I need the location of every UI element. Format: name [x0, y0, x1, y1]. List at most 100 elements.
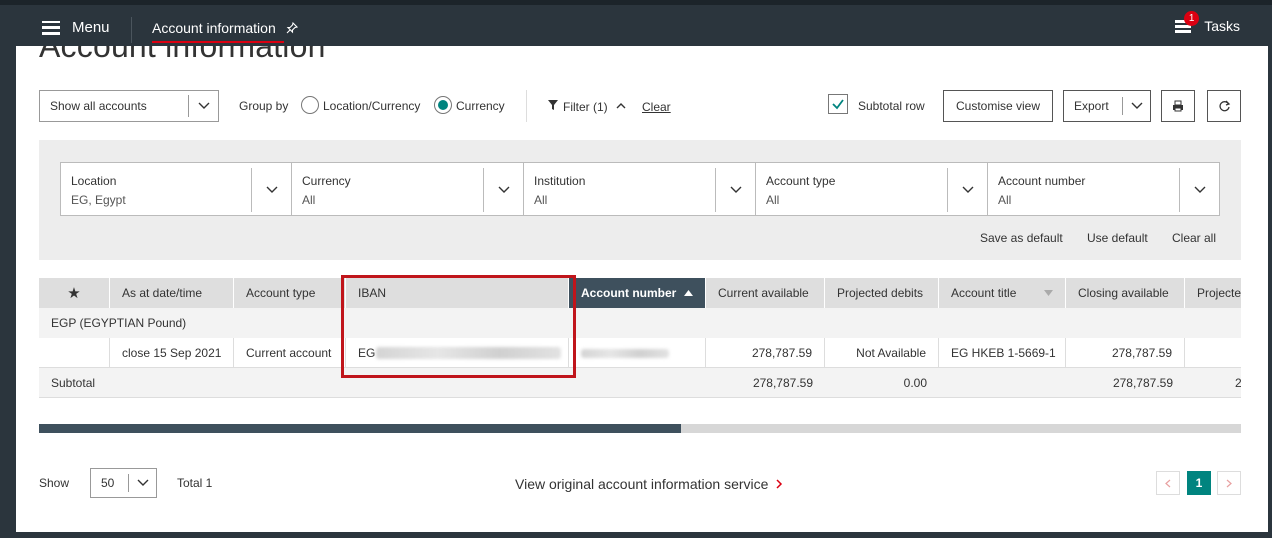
filter-currency-value: All [302, 193, 316, 207]
previous-page-button[interactable] [1156, 471, 1180, 495]
iban-highlight-annotation [341, 275, 576, 378]
filter-institution-value: All [534, 193, 548, 207]
hamburger-icon [42, 20, 60, 35]
column-current-available[interactable]: Current available [706, 278, 825, 308]
show-label: Show [39, 476, 70, 490]
export-button[interactable]: Export [1063, 90, 1151, 122]
control-row: Show all accounts Group by Location/Curr… [39, 90, 1241, 122]
tasks-label: Tasks [1204, 18, 1240, 34]
table-row[interactable]: close 15 Sep 2021 Current account EG 278… [39, 338, 1241, 368]
scrollbar-thumb[interactable] [39, 424, 681, 433]
menu-button[interactable]: Menu [42, 19, 110, 36]
column-as-at[interactable]: As at date/time [110, 278, 234, 308]
tasks-icon: 1 [1174, 11, 1200, 35]
page-number-button[interactable]: 1 [1187, 471, 1211, 495]
filter-account-type[interactable]: Account type All [755, 162, 988, 216]
chevron-down-icon [1122, 97, 1150, 115]
filter-institution[interactable]: Institution All [523, 162, 756, 216]
chevron-right-icon [776, 479, 783, 489]
filter-currency-title: Currency [302, 174, 351, 188]
refresh-icon [1218, 100, 1230, 111]
filter-location-value: EG, Egypt [71, 193, 126, 207]
print-button[interactable] [1161, 90, 1195, 122]
top-navigation-bar: Menu Account information 1 Tasks [0, 0, 1272, 46]
filter-icon [548, 100, 558, 110]
filter-currency[interactable]: Currency All [291, 162, 524, 216]
clear-all-link[interactable]: Clear all [1172, 231, 1216, 245]
clear-filter-link[interactable]: Clear [642, 100, 671, 114]
filter-panel: Location EG, Egypt Currency All Institut… [39, 140, 1241, 260]
chevron-left-icon [1165, 479, 1171, 487]
view-original-link[interactable]: View original account information servic… [515, 476, 783, 492]
closing-available-cell: 278,787.59 [1066, 338, 1185, 368]
accounts-select-value: Show all accounts [50, 99, 147, 113]
chevron-up-icon[interactable] [616, 102, 626, 109]
column-account-title[interactable]: Account title [939, 278, 1066, 308]
column-closing-available[interactable]: Closing available [1066, 278, 1185, 308]
save-as-default-link[interactable]: Save as default [980, 231, 1063, 245]
page-size-select[interactable]: 50 [90, 468, 157, 498]
export-label: Export [1074, 99, 1109, 113]
subtotal-row-label: Subtotal row [858, 99, 925, 113]
account-title-cell: EG HKEB 1-5669-1 [939, 338, 1066, 368]
menu-label: Menu [72, 19, 110, 36]
tab-account-information[interactable]: Account information [152, 20, 298, 43]
chevron-down-icon [947, 168, 987, 212]
filter-account-number[interactable]: Account number All [987, 162, 1220, 216]
radio-location-currency-label[interactable]: Location/Currency [323, 99, 420, 113]
total-label: Total 1 [177, 476, 213, 490]
column-account-number-label: Account number [581, 286, 677, 300]
checkmark-icon [832, 99, 844, 110]
tab-label: Account information [152, 20, 276, 36]
tasks-button[interactable]: 1 Tasks [1174, 11, 1240, 35]
use-default-link[interactable]: Use default [1087, 231, 1148, 245]
account-type-cell: Current account [234, 338, 346, 368]
tasks-badge: 1 [1184, 11, 1200, 26]
current-available-cell: 278,787.59 [706, 338, 825, 368]
subtotal-closing-available: 278,787.59 [1112, 376, 1173, 390]
filter-account-number-title: Account number [998, 174, 1086, 188]
subtotal-row: Subtotal 278,787.59 0.00 278,787.59 2 [39, 368, 1241, 398]
group-by-label: Group by [239, 99, 289, 113]
filter-toggle[interactable]: Filter (1) [563, 100, 608, 114]
favourite-column-header[interactable]: ★ [39, 278, 110, 308]
filter-account-type-value: All [766, 193, 780, 207]
main-panel: Account information Show all accounts Gr… [16, 46, 1268, 532]
chevron-down-icon [188, 95, 218, 117]
horizontal-scrollbar[interactable] [39, 424, 1241, 433]
sort-ascending-icon [684, 290, 694, 296]
radio-currency[interactable] [434, 96, 452, 114]
currency-group-row: EGP (EGYPTIAN Pound) [39, 308, 1241, 338]
filter-location-title: Location [71, 174, 117, 188]
radio-location-currency[interactable] [301, 96, 319, 114]
view-original-link-label: View original account information servic… [515, 476, 769, 492]
next-page-button[interactable] [1217, 471, 1241, 495]
sort-indicator-icon [1044, 290, 1053, 296]
accounts-select[interactable]: Show all accounts [39, 90, 219, 122]
as-at-cell: close 15 Sep 2021 [110, 338, 234, 368]
refresh-button[interactable] [1207, 90, 1241, 122]
chevron-down-icon [715, 168, 755, 212]
subtotal-row-checkbox[interactable] [828, 94, 848, 114]
divider [526, 90, 527, 122]
subtotal-projected-debits: 0.00 [903, 376, 927, 390]
chevron-down-icon [128, 474, 156, 492]
page-title: Account information [39, 46, 326, 64]
table-header: ★ As at date/time Account type IBAN Acco… [39, 278, 1241, 308]
subtotal-label: Subtotal [51, 376, 96, 390]
filter-location[interactable]: Location EG, Egypt [60, 162, 292, 216]
active-tab-underline [152, 41, 284, 43]
column-account-title-label: Account title [951, 286, 1017, 300]
column-projected-debits[interactable]: Projected debits [825, 278, 939, 308]
column-account-number[interactable]: Account number [569, 278, 706, 308]
column-account-type[interactable]: Account type [234, 278, 346, 308]
radio-currency-label[interactable]: Currency [456, 99, 505, 113]
column-projected-cut[interactable]: Projecte [1185, 278, 1241, 308]
chevron-down-icon [483, 168, 523, 212]
redacted-account-number [581, 348, 669, 358]
account-number-cell [569, 338, 706, 368]
pin-icon[interactable] [286, 22, 298, 34]
customise-view-button[interactable]: Customise view [943, 90, 1053, 122]
topbar-divider [131, 17, 132, 43]
favourite-cell[interactable] [39, 338, 110, 368]
